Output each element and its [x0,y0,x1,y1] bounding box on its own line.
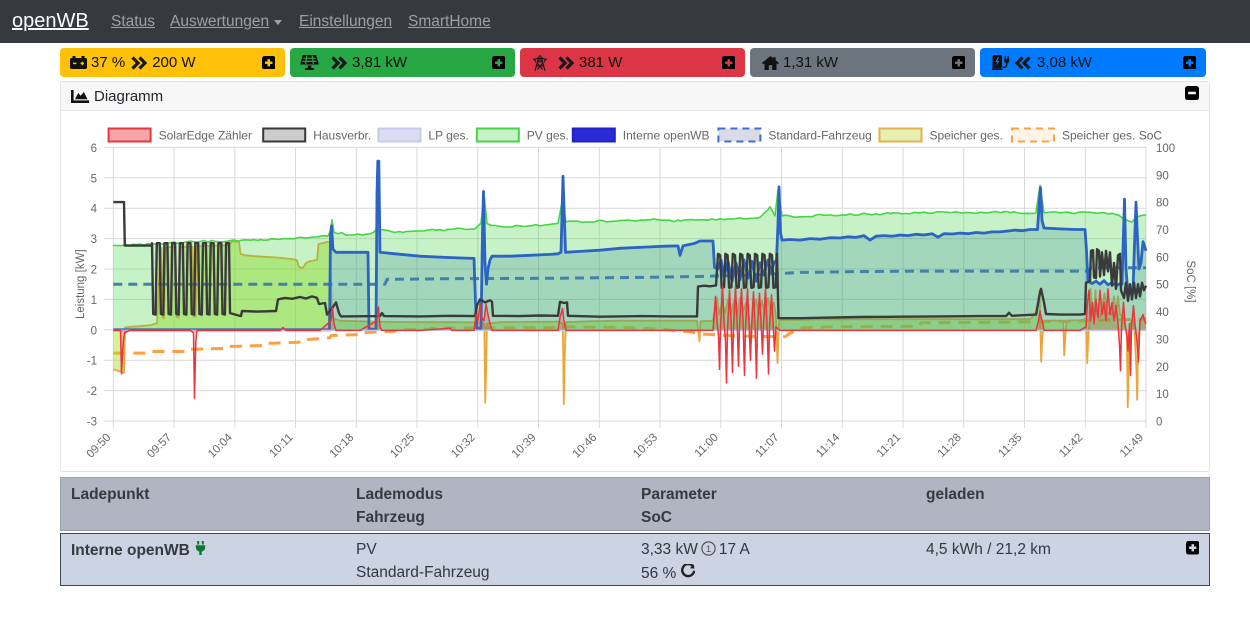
svg-text:09:50: 09:50 [85,432,114,461]
svg-text:Standard-Fahrzeug: Standard-Fahrzeug [768,129,871,143]
svg-text:40: 40 [1156,307,1169,319]
svg-text:10:04: 10:04 [206,431,235,460]
svg-text:50: 50 [1156,280,1169,292]
svg-text:Leistung [kW]: Leistung [kW] [75,249,87,319]
svg-text:60: 60 [1156,252,1169,264]
svg-text:11:14: 11:14 [814,431,843,460]
svg-text:11:35: 11:35 [996,432,1024,460]
svg-text:LP ges.: LP ges. [428,129,468,143]
svg-text:2: 2 [91,265,97,277]
svg-text:3: 3 [91,234,97,246]
svg-text:80: 80 [1156,198,1169,210]
svg-text:11:00: 11:00 [693,432,721,460]
svg-text:Speicher ges.: Speicher ges. [930,129,1003,143]
svg-text:1: 1 [91,295,97,307]
svg-text:11:07: 11:07 [753,432,781,460]
svg-text:10:32: 10:32 [449,432,478,461]
svg-text:PV ges.: PV ges. [527,129,569,143]
svg-text:SoC [%]: SoC [%] [1184,260,1196,302]
svg-text:09:57: 09:57 [145,432,174,461]
svg-text:100: 100 [1156,143,1175,155]
svg-text:4: 4 [91,204,98,216]
svg-text:0: 0 [91,325,97,337]
svg-text:1: 1 [706,544,711,555]
svg-text:10:53: 10:53 [631,432,660,461]
svg-text:5: 5 [91,173,97,185]
svg-text:Interne openWB: Interne openWB [623,129,710,143]
svg-text:-3: -3 [87,417,97,429]
svg-text:11:42: 11:42 [1057,432,1085,460]
svg-text:30: 30 [1156,334,1169,346]
svg-text:90: 90 [1156,170,1169,182]
svg-text:70: 70 [1156,225,1169,237]
svg-text:10:46: 10:46 [571,432,600,461]
svg-text:10:11: 10:11 [267,432,295,460]
svg-text:10: 10 [1156,389,1169,401]
svg-text:11:28: 11:28 [936,432,964,460]
svg-text:-2: -2 [87,386,97,398]
svg-text:11:49: 11:49 [1118,432,1146,460]
svg-text:20: 20 [1156,362,1169,374]
svg-text:10:18: 10:18 [328,432,357,461]
svg-text:SolarEdge Zähler: SolarEdge Zähler [159,129,252,143]
svg-text:0: 0 [1156,417,1162,429]
svg-text:10:39: 10:39 [510,432,539,461]
svg-text:6: 6 [91,143,97,155]
svg-text:Speicher ges. SoC: Speicher ges. SoC [1062,129,1162,143]
svg-text:-1: -1 [87,356,97,368]
svg-text:Hausverbr.: Hausverbr. [313,129,371,143]
svg-text:10:25: 10:25 [388,432,417,461]
svg-text:11:21: 11:21 [875,432,903,460]
